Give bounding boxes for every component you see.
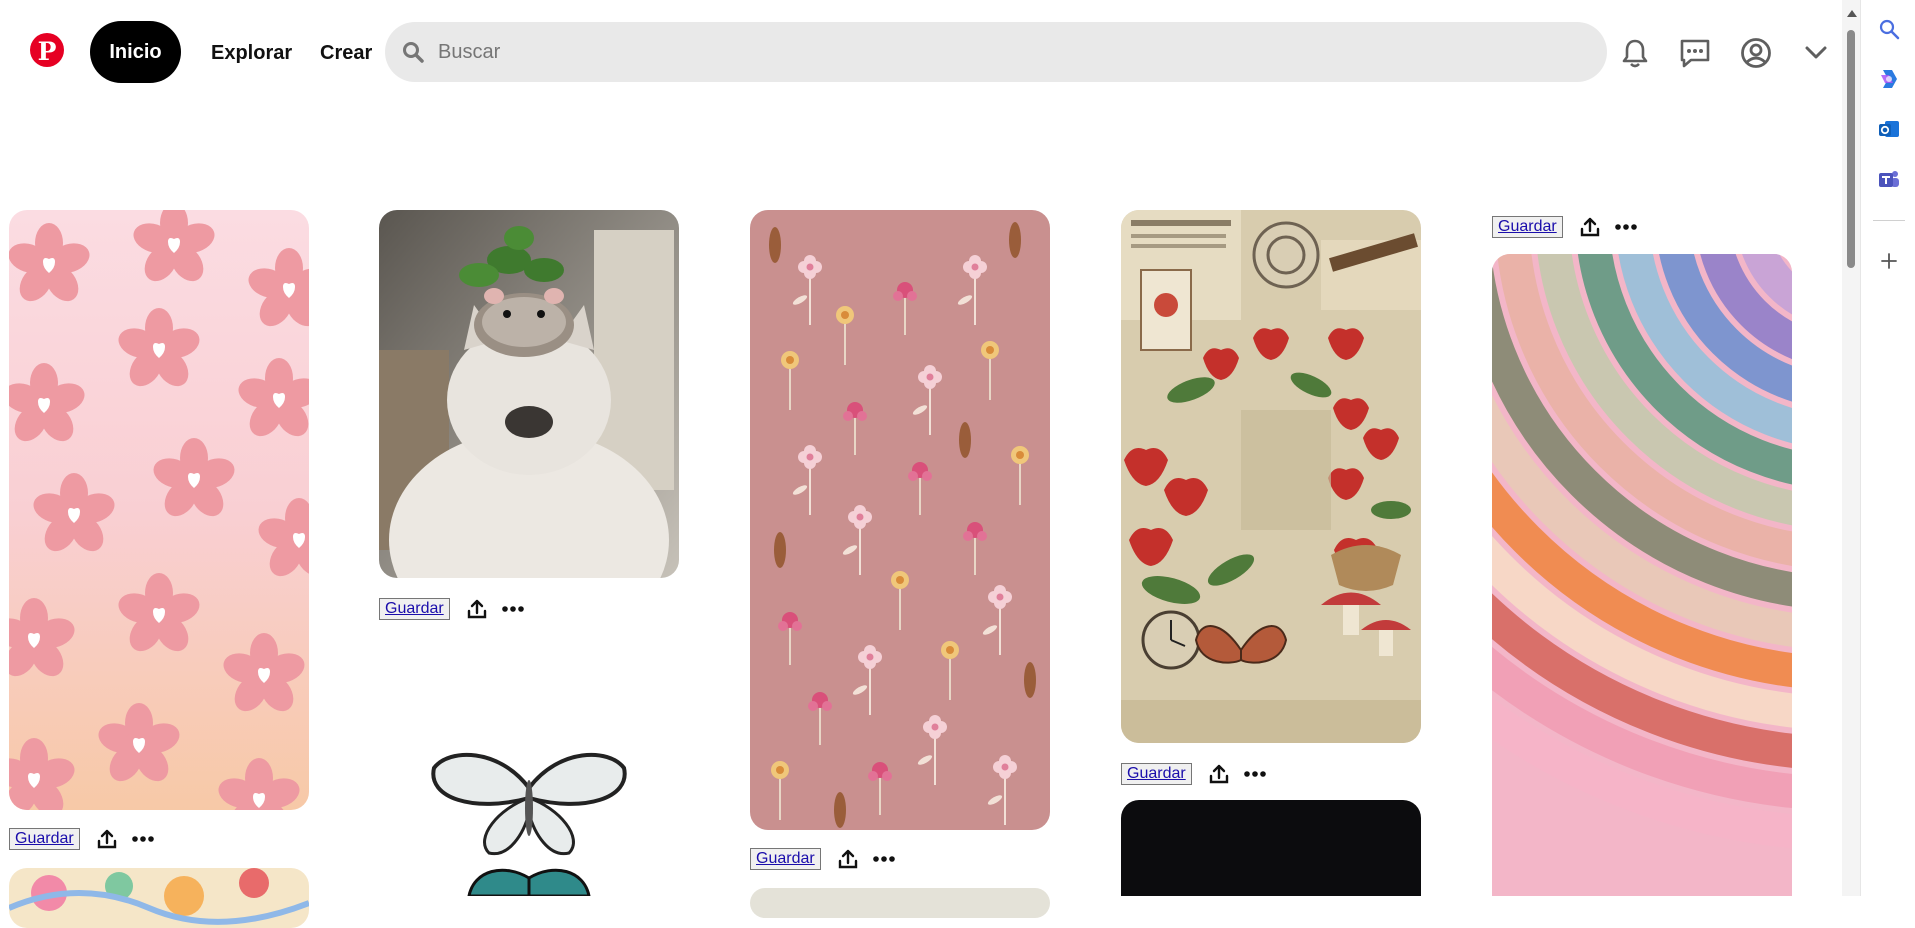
pin-actions: Guardar <box>1121 761 1268 787</box>
more-options-icon[interactable] <box>500 596 526 622</box>
bell-icon[interactable] <box>1618 36 1652 70</box>
pin-image-butterflies[interactable] <box>379 638 679 896</box>
share-icon[interactable] <box>1577 214 1603 240</box>
share-icon[interactable] <box>835 846 861 872</box>
nav-create-link[interactable]: Crear <box>320 42 372 65</box>
vertical-scrollbar[interactable] <box>1842 0 1860 896</box>
chevron-down-icon[interactable] <box>1799 36 1833 70</box>
search-bar[interactable] <box>385 22 1607 82</box>
outlook-icon[interactable] <box>1876 116 1902 142</box>
pin-image-strawberry-collage[interactable] <box>1121 210 1421 743</box>
pin-image-colorful-pattern[interactable] <box>9 868 309 928</box>
more-options-icon[interactable] <box>1242 761 1268 787</box>
messages-icon[interactable] <box>1678 36 1712 70</box>
panel-divider <box>1873 220 1905 221</box>
save-button[interactable]: Guardar <box>1121 763 1192 785</box>
pin-actions: Guardar <box>750 846 897 872</box>
pin-image-cat-with-hamster[interactable] <box>379 210 679 578</box>
more-options-icon[interactable] <box>871 846 897 872</box>
pinterest-logo[interactable]: P <box>30 33 64 67</box>
pin-actions: Guardar <box>1492 214 1639 240</box>
copilot-icon[interactable] <box>1876 66 1902 92</box>
teams-icon[interactable] <box>1876 166 1902 192</box>
pin-actions: Guardar <box>379 596 526 622</box>
share-icon[interactable] <box>94 826 120 852</box>
pin-image-rainbow-swirl[interactable] <box>1492 254 1792 896</box>
scrollbar-thumb[interactable] <box>1847 30 1855 268</box>
nav-home-button[interactable]: Inicio <box>90 21 181 83</box>
more-options-icon[interactable] <box>1613 214 1639 240</box>
save-button[interactable]: Guardar <box>750 848 821 870</box>
add-icon[interactable] <box>1876 248 1902 274</box>
search-icon <box>400 39 426 65</box>
save-button[interactable]: Guardar <box>1492 216 1563 238</box>
share-icon[interactable] <box>1206 761 1232 787</box>
more-options-icon[interactable] <box>130 826 156 852</box>
save-button[interactable]: Guardar <box>9 828 80 850</box>
nav-explore-link[interactable]: Explorar <box>211 42 292 65</box>
scroll-up-arrow-icon[interactable] <box>1847 10 1857 17</box>
logo-letter: P <box>37 36 57 66</box>
search-icon[interactable] <box>1876 16 1902 42</box>
browser-side-panel <box>1860 0 1915 896</box>
pin-image-floral-pattern-mauve[interactable] <box>750 210 1050 830</box>
pin-image-next[interactable] <box>750 888 1050 918</box>
pin-actions: Guardar <box>9 826 156 852</box>
share-icon[interactable] <box>464 596 490 622</box>
pin-image-pink-flowers[interactable] <box>9 210 309 810</box>
search-input[interactable] <box>436 39 1540 65</box>
profile-icon[interactable] <box>1739 36 1773 70</box>
pin-image-dark[interactable] <box>1121 800 1421 896</box>
save-button[interactable]: Guardar <box>379 598 450 620</box>
